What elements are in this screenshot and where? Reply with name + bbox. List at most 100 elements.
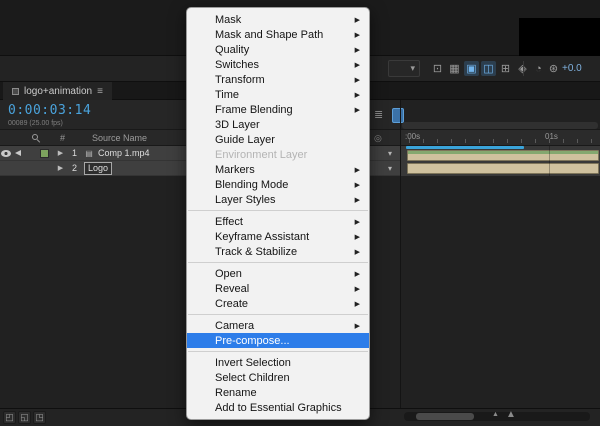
chevron-down-icon[interactable]: ▾ [388,164,392,173]
menu-item-invert-selection[interactable]: Invert Selection [187,355,369,370]
menu-item-reveal[interactable]: Reveal▶ [187,281,369,296]
snap-icon[interactable]: ⊡ [430,61,445,76]
parent-pickwhip-icon: ◎ [374,133,382,144]
label-color-swatch[interactable] [34,146,54,160]
menu-item-label: Rename [215,387,257,399]
menu-item-label: Track & Stabilize [215,246,297,258]
visibility-eye-column[interactable] [0,161,12,175]
menu-item-quality[interactable]: Quality ▶ [187,42,369,57]
menu-item-label: Camera [215,320,254,332]
region-of-interest-icon[interactable]: ◫ [481,61,496,76]
submenu-arrow-icon: ▶ [355,285,360,293]
gridline-1s [549,146,550,176]
audio-icon[interactable] [12,146,24,160]
menu-item-track-stabilize[interactable]: Track & Stabilize▶ [187,244,369,259]
toolbar-icons: ⊡▦▣◫⊞◈ [430,61,530,76]
column-header-source-name[interactable]: Source Name [92,133,147,143]
twirl-icon[interactable]: ▶ [54,161,67,175]
time-navigator[interactable] [402,122,598,129]
view-options-dropdown[interactable]: ▾ [388,60,420,77]
menu-item-label: Create [215,298,248,310]
menu-item-select-children[interactable]: Select Children [187,370,369,385]
menu-item-label: Effect [215,216,243,228]
expand-in-out-icon[interactable]: ◳ [33,411,46,424]
lock-column [24,146,34,160]
after-effects-window: ▾ ⊡▦▣◫⊞◈ ◔ ⊛ +0.0 logo+animation ≡ 0:00:… [0,0,600,426]
menu-item-effect[interactable]: Effect ▶ [187,214,369,229]
menu-item-label: Time [215,89,239,101]
layer-number: 1 [67,146,82,160]
bottom-toggles: ◰◱◳ [3,411,46,424]
menu-item-blending-mode[interactable]: Blending Mode ▶ [187,177,369,192]
menu-item-guide-layer[interactable]: Guide Layer [187,132,369,147]
menu-item-3d-layer[interactable]: 3D Layer [187,117,369,132]
menu-item-mask-and-shape-path[interactable]: Mask and Shape Path▶ [187,27,369,42]
menu-item-label: Pre-compose... [215,335,290,347]
menu-item-label: Markers [215,164,255,176]
menu-item-transform[interactable]: Transform▶ [187,72,369,87]
scrollbar-thumb[interactable] [416,413,474,420]
menu-item-pre-compose[interactable]: Pre-compose... [187,333,369,348]
menu-item-layer-styles[interactable]: Layer Styles▶ [187,192,369,207]
zoom-in-icon[interactable]: ▲ [506,409,516,420]
marker-bin-icon[interactable] [392,108,404,123]
expand-layer-switches-icon[interactable]: ◰ [3,411,16,424]
menu-item-label: 3D Layer [215,119,260,131]
footage-icon: ▤ [82,146,96,160]
menu-item-add-to-essential-graphics[interactable]: Add to Essential Graphics [187,400,369,415]
menu-item-time[interactable]: Time▶ [187,87,369,102]
menu-item-label: Switches [215,59,259,71]
menu-item-frame-blending[interactable]: Frame Blending▶ [187,102,369,117]
audio-column[interactable] [12,161,24,175]
menu-item-switches[interactable]: Switches▶ [187,57,369,72]
graph-editor-icon[interactable]: ≣ [374,108,383,121]
visibility-eye-icon[interactable] [0,146,12,160]
menu-item-open[interactable]: Open ▶ [187,266,369,281]
time-ruler[interactable]: :00s 01s [401,129,600,146]
mask-toggle-icon[interactable]: ▣ [464,61,479,76]
chevron-down-icon[interactable]: ▾ [388,149,392,158]
menu-item-label: Invert Selection [215,357,291,369]
submenu-arrow-icon: ▶ [355,31,360,39]
submenu-arrow-icon: ▶ [355,166,360,174]
submenu-arrow-icon: ▶ [355,270,360,278]
menu-item-label: Mask [215,14,241,26]
menu-item-mask[interactable]: Mask▶ [187,12,369,27]
menu-item-keyframe-assistant[interactable]: Keyframe Assistant▶ [187,229,369,244]
search-icon[interactable] [32,134,42,144]
menu-item-camera[interactable]: Camera▶ [187,318,369,333]
menu-item-label: Blending Mode [215,179,288,191]
expand-transfer-controls-icon[interactable]: ◱ [18,411,31,424]
frame-rate-icon[interactable]: ◔ [531,61,546,76]
menu-item-label: Select Children [215,372,290,384]
label-color-column[interactable] [34,161,54,175]
column-header-number[interactable]: # [60,133,65,143]
twirl-icon[interactable]: ▶ [54,146,67,160]
context-menu: Mask▶Mask and Shape Path▶Quality▶Switche… [186,7,370,420]
layer-name[interactable]: Comp 1.mp4 [98,148,150,158]
panel-menu-icon[interactable]: ≡ [97,86,103,97]
menu-separator [188,262,368,263]
menu-separator [188,314,368,315]
menu-item-label: Keyframe Assistant [215,231,309,243]
ruler-ticks [409,139,600,143]
menu-item-label: Open [215,268,242,280]
menu-item-rename[interactable]: Rename [187,385,369,400]
track-bar-logo[interactable] [407,163,599,174]
tab-logo-animation[interactable]: logo+animation ≡ [3,82,112,100]
layer-name-editing[interactable]: Logo [84,162,112,175]
track-bar-comp1[interactable] [407,150,599,161]
guides-icon[interactable]: ⊞ [498,61,513,76]
menu-item-markers[interactable]: Markers ▶ [187,162,369,177]
grid-icon[interactable]: ▦ [447,61,462,76]
current-timecode[interactable]: 0:00:03:14 [8,103,91,118]
zoom-out-icon[interactable]: ▲ [492,411,499,418]
menu-item-label: Layer Styles [215,194,276,206]
menu-item-create[interactable]: Create▶ [187,296,369,311]
submenu-arrow-icon: ▶ [355,181,360,189]
menu-item-label: Quality [215,44,249,56]
motion-blur-icon[interactable]: ⊛ [546,61,561,76]
submenu-arrow-icon: ▶ [355,46,360,54]
work-area-bar[interactable] [406,146,524,149]
submenu-arrow-icon: ▶ [355,218,360,226]
